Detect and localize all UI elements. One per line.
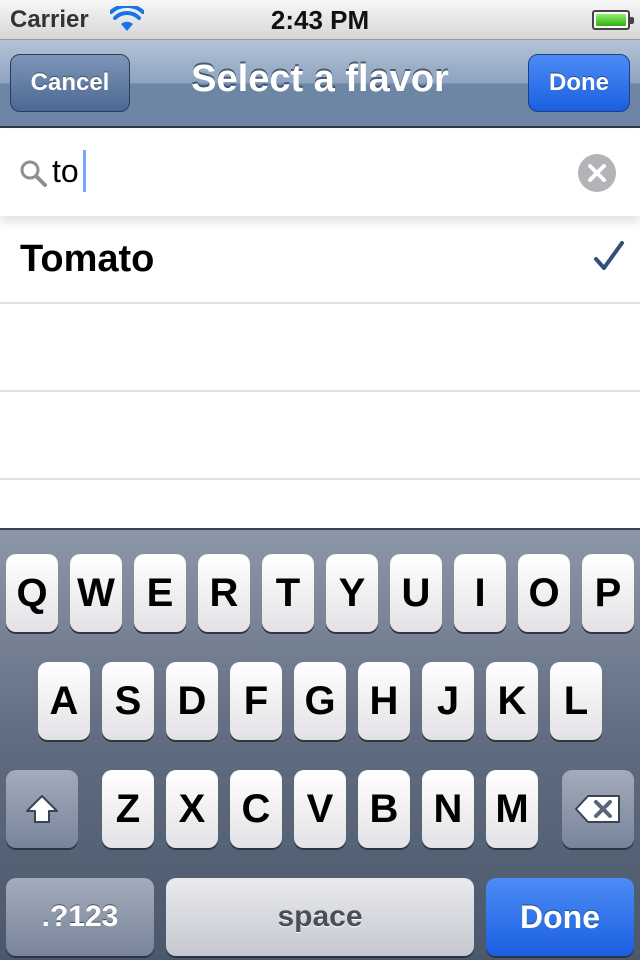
keyboard-done-key[interactable]: Done	[486, 878, 634, 956]
search-icon	[20, 160, 47, 187]
key-t[interactable]: T	[262, 554, 314, 632]
keyboard: Q W E R T Y U I O P A S D F G H J K L Z …	[0, 528, 640, 960]
key-r[interactable]: R	[198, 554, 250, 632]
key-g[interactable]: G	[294, 662, 346, 740]
key-i[interactable]: I	[454, 554, 506, 632]
key-q[interactable]: Q	[6, 554, 58, 632]
key-m[interactable]: M	[486, 770, 538, 848]
key-d[interactable]: D	[166, 662, 218, 740]
key-b[interactable]: B	[358, 770, 410, 848]
navigation-bar: Cancel Select a flavor Done	[0, 40, 640, 128]
key-c[interactable]: C	[230, 770, 282, 848]
key-n[interactable]: N	[422, 770, 474, 848]
key-p[interactable]: P	[582, 554, 634, 632]
list-item-tomato[interactable]: Tomato	[0, 216, 640, 304]
done-button[interactable]: Done	[528, 54, 630, 112]
key-a[interactable]: A	[38, 662, 90, 740]
shift-icon	[26, 795, 58, 823]
key-h[interactable]: H	[358, 662, 410, 740]
shift-key[interactable]	[6, 770, 78, 848]
numbers-key[interactable]: .?123	[6, 878, 154, 956]
key-e[interactable]: E	[134, 554, 186, 632]
battery-level	[596, 14, 626, 26]
search-bar: to	[0, 130, 640, 216]
key-k[interactable]: K	[486, 662, 538, 740]
key-w[interactable]: W	[70, 554, 122, 632]
cancel-button[interactable]: Cancel	[10, 54, 130, 112]
key-o[interactable]: O	[518, 554, 570, 632]
key-j[interactable]: J	[422, 662, 474, 740]
delete-icon	[575, 795, 620, 823]
key-u[interactable]: U	[390, 554, 442, 632]
key-y[interactable]: Y	[326, 554, 378, 632]
key-s[interactable]: S	[102, 662, 154, 740]
text-cursor	[83, 150, 86, 192]
space-key[interactable]: space	[166, 878, 474, 956]
status-bar: Carrier 2:43 PM	[0, 0, 640, 40]
key-f[interactable]: F	[230, 662, 282, 740]
list-item-label: Tomato	[20, 238, 155, 280]
list-item-empty	[0, 304, 640, 392]
key-x[interactable]: X	[166, 770, 218, 848]
clock: 2:43 PM	[270, 5, 370, 35]
results-list: Tomato	[0, 216, 640, 528]
checkmark-icon	[594, 241, 624, 270]
key-v[interactable]: V	[294, 770, 346, 848]
page-title: Select a flavor	[191, 58, 449, 100]
list-item-empty	[0, 392, 640, 480]
delete-key[interactable]	[562, 770, 634, 848]
key-l[interactable]: L	[550, 662, 602, 740]
battery-icon	[592, 10, 634, 30]
key-z[interactable]: Z	[102, 770, 154, 848]
clear-icon[interactable]	[578, 154, 616, 192]
search-input[interactable]: to	[52, 153, 79, 190]
